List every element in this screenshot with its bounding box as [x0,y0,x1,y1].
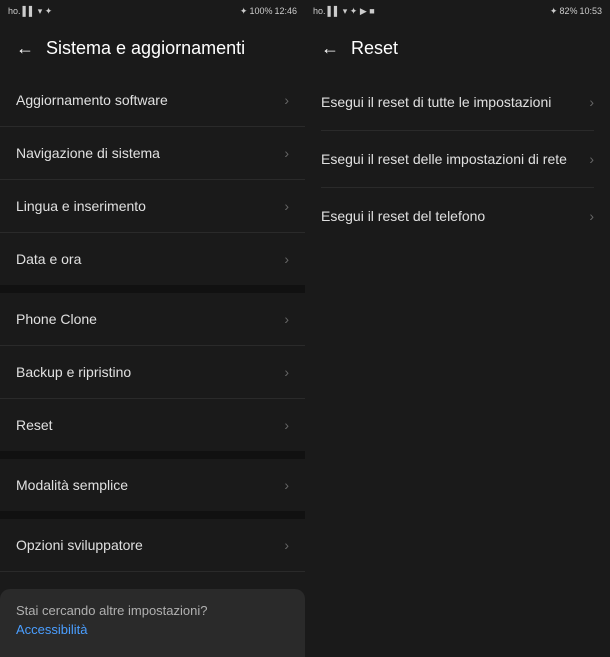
menu-item-sviluppatore[interactable]: Opzioni sviluppatore › [0,519,305,571]
left-menu-list: Aggiornamento software › Navigazione di … [0,74,305,657]
menu-item-sviluppatore-chevron: › [284,537,289,553]
right-menu-item-reset-all[interactable]: Esegui il reset di tutte le impostazioni… [305,74,610,130]
menu-item-lingua-chevron: › [284,198,289,214]
bottom-card-text: Stai cercando altre impostazioni? [16,603,289,618]
right-page-title: Reset [351,38,398,59]
right-menu-item-reset-rete-label: Esegui il reset delle impostazioni di re… [321,150,589,168]
right-time: 10:53 [579,6,602,16]
right-signal-icons: ▌▌ ▾ ✦ ▶ ■ [328,6,375,17]
right-carrier: ho. [313,6,326,16]
right-menu-item-reset-all-label: Esegui il reset di tutte le impostazioni [321,93,589,111]
right-right-status: ✦ 82% 10:53 [550,6,602,17]
menu-item-reset-chevron: › [284,417,289,433]
menu-item-navigazione[interactable]: Navigazione di sistema › [0,127,305,179]
menu-item-data-chevron: › [284,251,289,267]
left-carrier: ho. [8,6,21,16]
right-carrier-info: ho. ▌▌ ▾ ✦ ▶ ■ [313,6,375,17]
menu-item-backup[interactable]: Backup e ripristino › [0,346,305,398]
right-menu-item-reset-telefono-chevron: › [589,208,594,224]
menu-item-sviluppatore-label: Opzioni sviluppatore [16,537,143,553]
right-back-button[interactable]: ← [321,38,339,59]
right-battery-pct: 82% [559,6,577,16]
menu-item-phone-clone[interactable]: Phone Clone › [0,293,305,345]
menu-item-data[interactable]: Data e ora › [0,233,305,285]
bottom-search-card: Stai cercando altre impostazioni? Access… [0,589,305,657]
left-right-status: ✦ 100% 12:46 [240,6,297,17]
section-divider-3 [0,511,305,519]
menu-item-backup-chevron: › [284,364,289,380]
accessibility-link[interactable]: Accessibilità [16,622,289,637]
menu-item-aggiornamento-chevron: › [284,92,289,108]
right-menu-item-reset-rete-chevron: › [589,151,594,167]
menu-item-phone-clone-label: Phone Clone [16,311,97,327]
left-signal-icons: ▌▌ ▾ ✦ [23,6,53,17]
left-battery-pct: 100% [249,6,272,16]
menu-item-navigazione-label: Navigazione di sistema [16,145,160,161]
left-bt-icon: ✦ [240,6,248,17]
section-divider-2 [0,451,305,459]
left-status-bar: ho. ▌▌ ▾ ✦ ✦ 100% 12:46 [0,0,305,22]
left-carrier-info: ho. ▌▌ ▾ ✦ [8,6,52,17]
right-header: ← Reset [305,22,610,74]
right-status-bar: ho. ▌▌ ▾ ✦ ▶ ■ ✦ 82% 10:53 [305,0,610,22]
menu-item-aggiornamento[interactable]: Aggiornamento software › [0,74,305,126]
menu-item-aggiornamento-label: Aggiornamento software [16,92,168,108]
menu-item-navigazione-chevron: › [284,145,289,161]
menu-item-reset-label: Reset [16,417,53,433]
right-menu-item-reset-telefono[interactable]: Esegui il reset del telefono › [305,188,610,244]
right-menu-item-reset-all-chevron: › [589,94,594,110]
right-menu-item-reset-rete[interactable]: Esegui il reset delle impostazioni di re… [305,131,610,187]
right-menu-list: Esegui il reset di tutte le impostazioni… [305,74,610,244]
menu-item-modalita[interactable]: Modalità semplice › [0,459,305,511]
left-panel: ho. ▌▌ ▾ ✦ ✦ 100% 12:46 ← Sistema e aggi… [0,0,305,657]
menu-item-reset[interactable]: Reset › [0,399,305,451]
menu-item-backup-label: Backup e ripristino [16,364,131,380]
menu-item-modalita-label: Modalità semplice [16,477,128,493]
section-divider-1 [0,285,305,293]
menu-item-lingua-label: Lingua e inserimento [16,198,146,214]
menu-item-lingua[interactable]: Lingua e inserimento › [0,180,305,232]
right-bt-icon: ✦ [550,6,558,17]
left-page-title: Sistema e aggiornamenti [46,38,245,59]
left-back-button[interactable]: ← [16,38,34,59]
menu-item-phone-clone-chevron: › [284,311,289,327]
left-header: ← Sistema e aggiornamenti [0,22,305,74]
left-time: 12:46 [274,6,297,16]
menu-item-data-label: Data e ora [16,251,81,267]
right-panel: ho. ▌▌ ▾ ✦ ▶ ■ ✦ 82% 10:53 ← Reset Esegu… [305,0,610,657]
menu-item-modalita-chevron: › [284,477,289,493]
right-menu-item-reset-telefono-label: Esegui il reset del telefono [321,207,589,225]
